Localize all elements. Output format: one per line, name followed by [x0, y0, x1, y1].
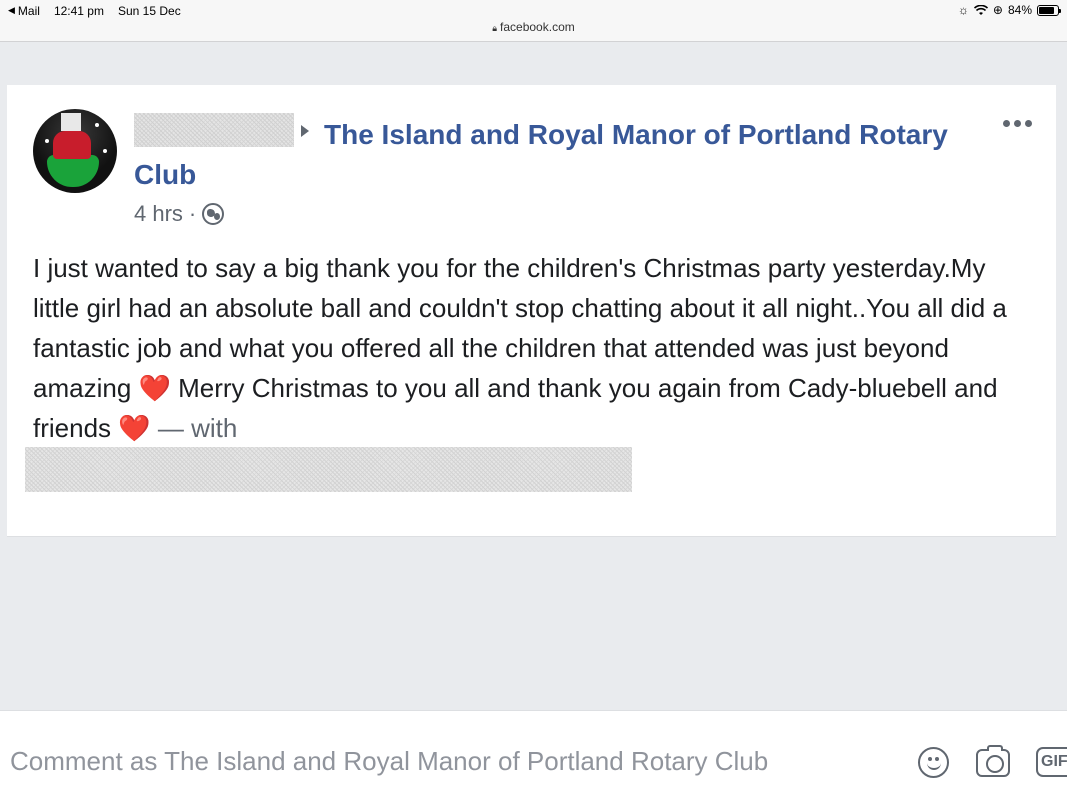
status-time: 12:41 pm — [53, 4, 104, 18]
orientation-lock-icon: ⊕ — [992, 3, 1003, 17]
heart-emoji: ❤️ — [138, 373, 171, 403]
group-name-link[interactable]: The Island and Royal Manor of Portland R… — [134, 115, 994, 195]
status-bar-right: ☼ ⊕ 84% — [957, 3, 1061, 17]
post-card: The Island and Royal Manor of Portland R… — [7, 85, 1056, 537]
avatar-sparkle — [95, 123, 99, 127]
wifi-icon — [973, 4, 988, 15]
back-app-label[interactable]: Mail — [18, 4, 40, 18]
avatar-detail — [53, 131, 91, 159]
avatar-sparkle — [103, 149, 107, 153]
battery-percent: 84% — [1007, 3, 1032, 17]
avatar-detail — [47, 155, 99, 187]
heart-emoji: ❤️ — [118, 413, 151, 443]
post-body: I just wanted to say a big thank you for… — [33, 248, 1033, 448]
comment-bar: GIF — [0, 710, 1067, 800]
avatar[interactable] — [33, 109, 117, 193]
gif-icon[interactable]: GIF — [1036, 747, 1067, 777]
avatar-sparkle — [45, 139, 49, 143]
address-url[interactable]: facebook.com — [500, 20, 575, 34]
battery-fill — [1039, 6, 1055, 14]
status-date: Sun 15 Dec — [117, 4, 181, 18]
avatar-face-redaction — [61, 113, 81, 131]
brightness-icon: ☼ — [957, 3, 969, 17]
smile-icon[interactable] — [918, 747, 949, 778]
tagged-people-redacted[interactable] — [25, 447, 632, 492]
globe-icon[interactable] — [202, 203, 225, 225]
camera-icon[interactable] — [976, 745, 1010, 777]
back-arrow-icon[interactable]: ◀ — [8, 5, 15, 19]
battery-icon — [1037, 4, 1061, 16]
post-timestamp[interactable]: 4 hrs — [134, 201, 183, 227]
status-bar-left: ◀ Mail 12:41 pm Sun 15 Dec — [8, 4, 181, 18]
meta-separator: · — [188, 201, 197, 226]
more-icon[interactable] — [1003, 120, 1032, 127]
address-bar[interactable]: 🔒︎ facebook.com — [0, 20, 1067, 34]
browser-top-bar: ◀ Mail 12:41 pm Sun 15 Dec ☼ ⊕ 84% 🔒︎ fac… — [0, 0, 1067, 42]
post-meta: 4 hrs · — [134, 201, 225, 227]
tagged-with-label: — with — [157, 413, 238, 443]
comment-input[interactable] — [10, 741, 890, 781]
lock-icon: 🔒︎ — [492, 23, 498, 33]
